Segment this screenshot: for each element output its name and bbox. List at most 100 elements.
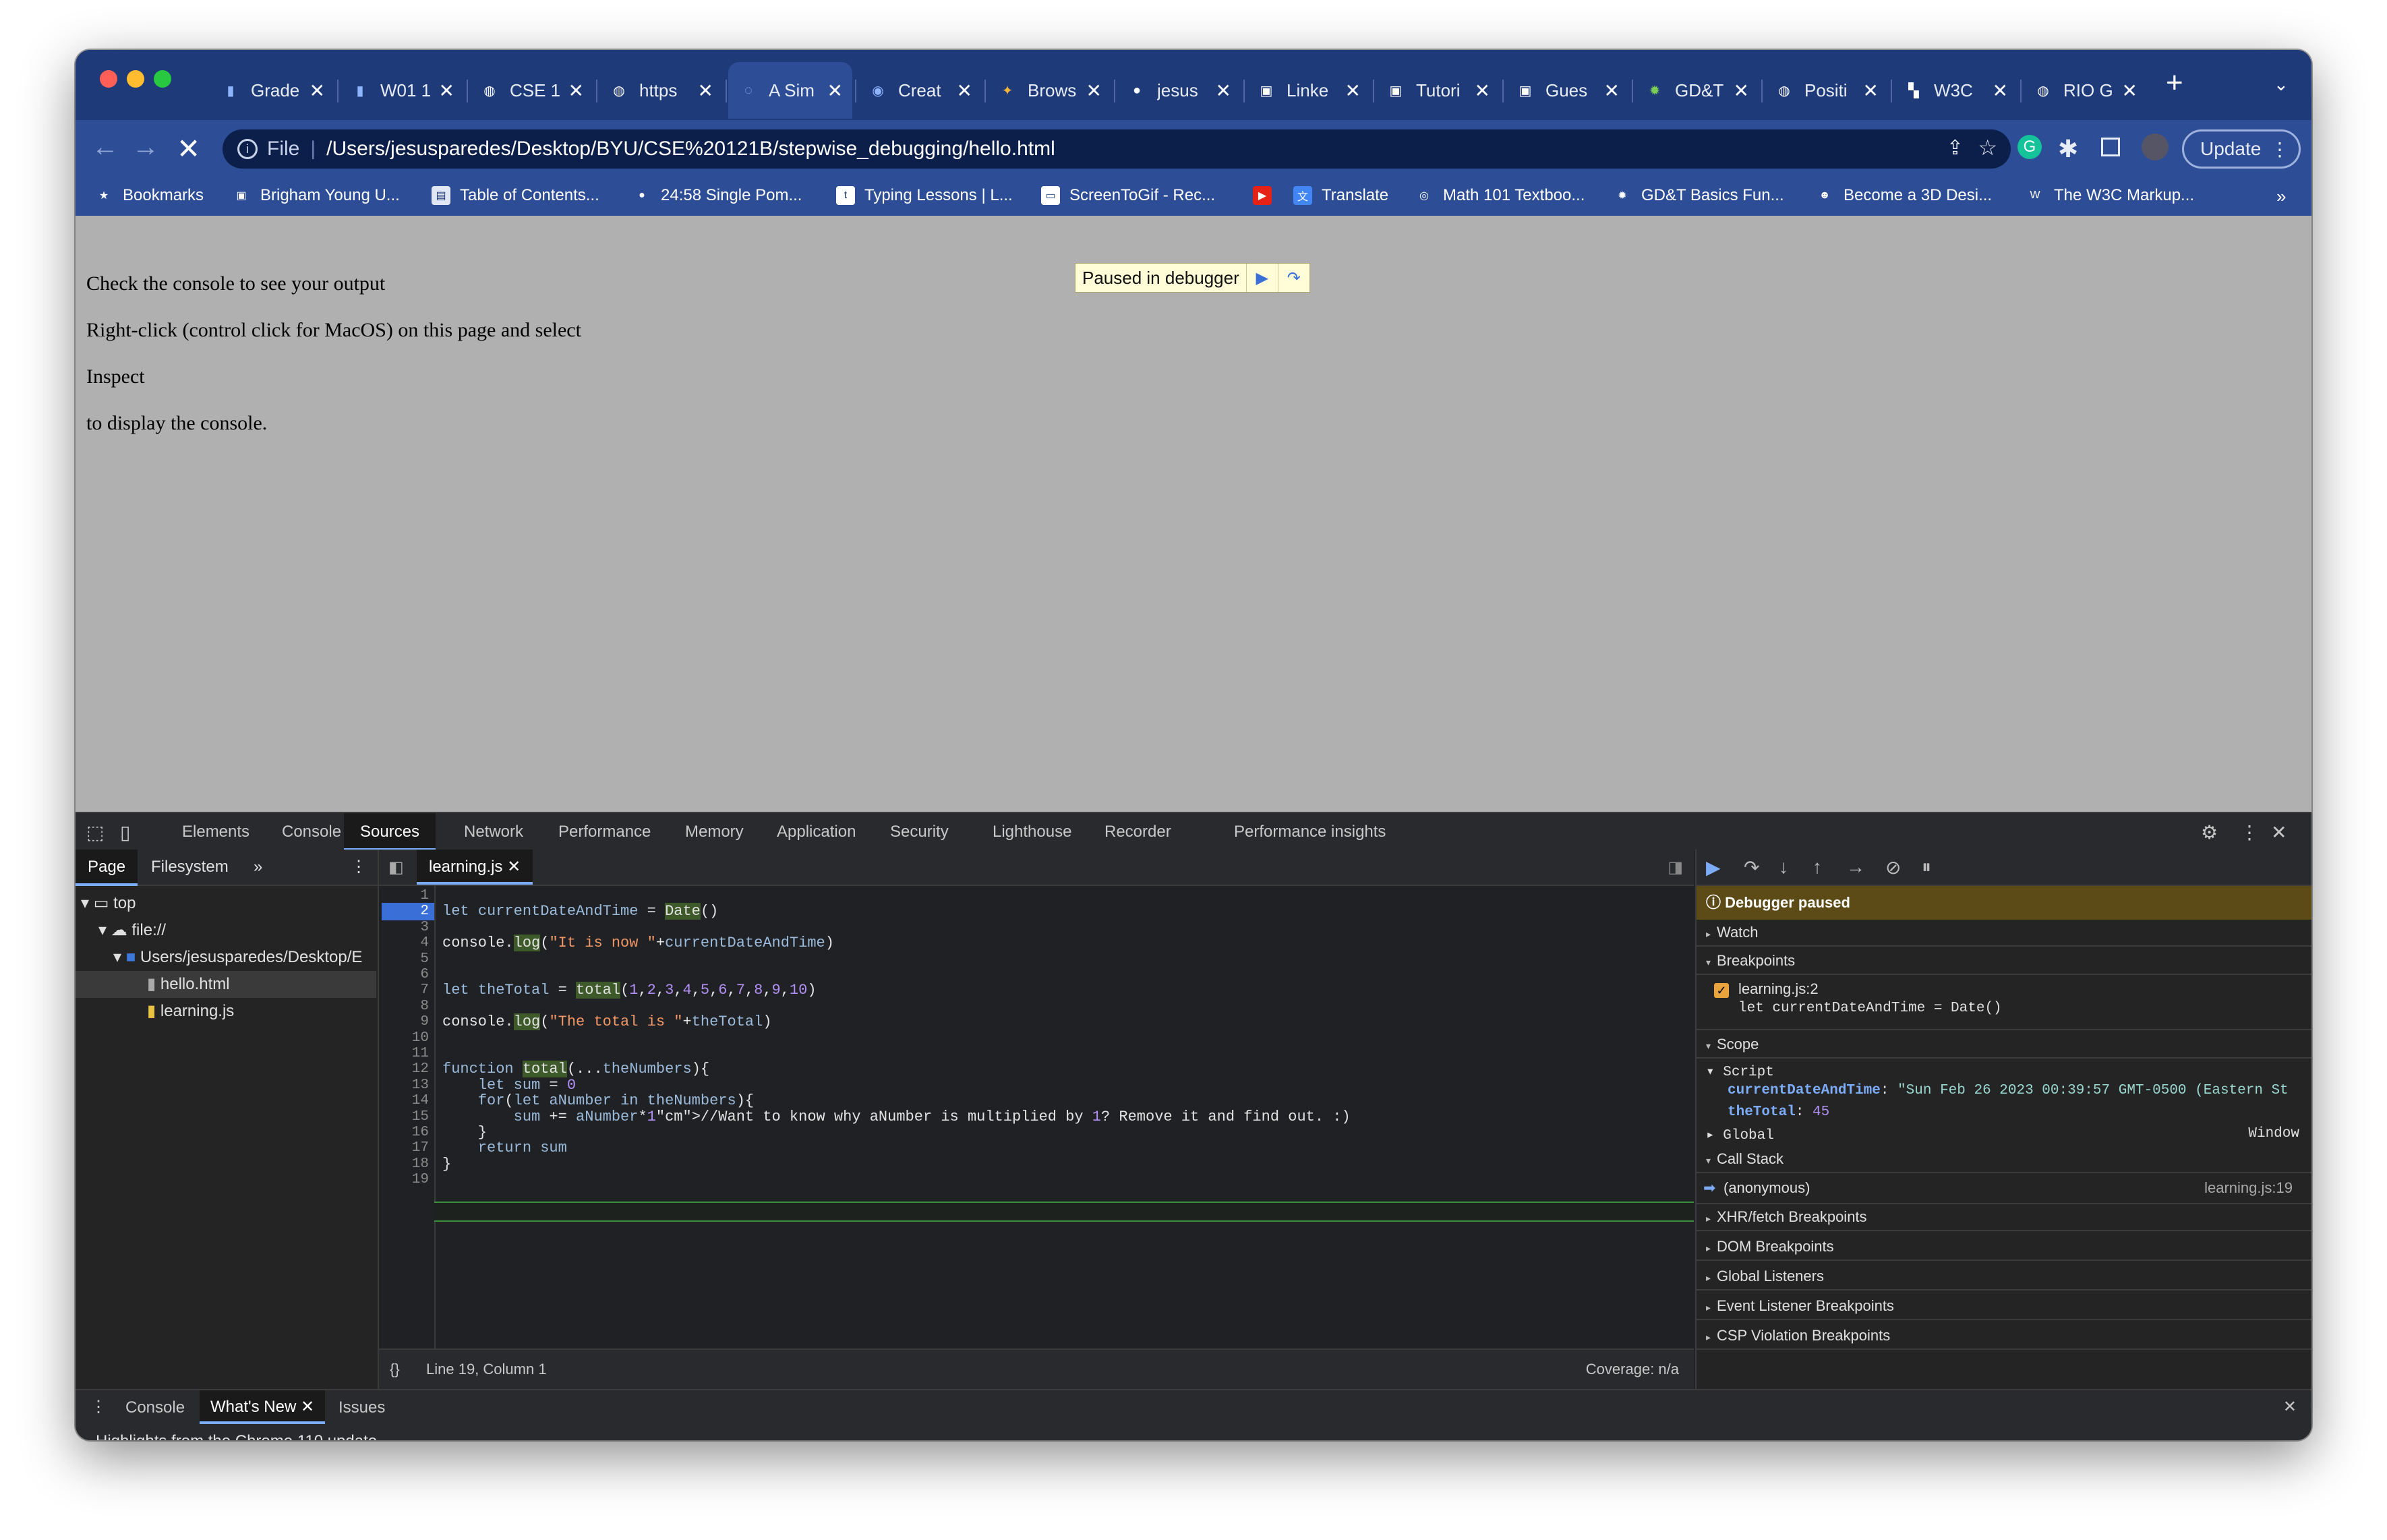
section-csp-violation-breakpoints[interactable]: ▸ CSP Violation Breakpoints <box>1697 1322 2311 1350</box>
bookmark-item[interactable]: ★ Bookmarks <box>94 186 204 205</box>
section-xhr-breakpoints[interactable]: ▸ XHR/fetch Breakpoints <box>1697 1203 2311 1231</box>
line-number[interactable]: 14 <box>388 1092 429 1110</box>
line-number[interactable]: 7 <box>388 982 429 999</box>
drawer-tab-whats-new[interactable]: What's New ✕ <box>200 1390 326 1424</box>
tree-item-learning-js[interactable]: ▮ learning.js <box>147 998 234 1025</box>
step-icon[interactable]: → <box>1846 856 1865 878</box>
resume-icon[interactable]: ▶︎ <box>1245 264 1278 292</box>
line-number[interactable]: 11 <box>388 1045 429 1063</box>
bookmark-star-icon[interactable]: ☆ <box>1978 135 1997 160</box>
close-tab-icon[interactable]: ✕ <box>827 80 843 102</box>
step-over-icon[interactable]: ↷ <box>1277 264 1309 292</box>
tab-item[interactable]: ▮ W01 1 ✕ <box>340 62 464 119</box>
line-number[interactable]: 15 <box>388 1108 429 1126</box>
pause-on-exceptions-icon[interactable]: ⏸ <box>1922 856 1931 879</box>
step-over-icon[interactable]: ↷ <box>1744 856 1759 879</box>
section-global-listeners[interactable]: ▸ Global Listeners <box>1697 1262 2311 1291</box>
devtools-tab-recorder[interactable]: Recorder <box>1104 813 1171 851</box>
tree-item-top[interactable]: ▾ ▭ top <box>81 890 136 917</box>
navigator-menu-icon[interactable]: ⋮ <box>351 850 367 885</box>
devtools-tab-network[interactable]: Network <box>464 813 523 851</box>
close-window-button[interactable] <box>100 70 117 88</box>
tab-filesystem[interactable]: Filesystem <box>151 850 229 885</box>
close-tab-icon[interactable]: ✕ <box>568 80 584 102</box>
line-number[interactable]: 6 <box>388 966 429 984</box>
bookmark-item[interactable]: W The W3C Markup... <box>2026 186 2194 205</box>
line-number[interactable]: 19 <box>388 1171 429 1189</box>
drawer-tab-issues[interactable]: Issues <box>338 1398 385 1417</box>
code-line[interactable]: sum += aNumber*1"cm">//Want to know why … <box>442 1108 1351 1126</box>
pretty-print-icon[interactable]: {} <box>390 1361 400 1378</box>
close-tab-icon[interactable]: ✕ <box>507 858 521 876</box>
bookmark-item[interactable]: ▤ Table of Contents... <box>432 186 599 205</box>
breakpoint-checkbox[interactable]: ✓ <box>1714 983 1729 998</box>
line-number[interactable]: 2 <box>382 903 434 921</box>
forward-button[interactable]: → <box>132 132 159 162</box>
bookmark-item[interactable]: t Typing Lessons | L... <box>836 186 1013 205</box>
tab-item[interactable]: ◍ https ✕ <box>599 62 723 119</box>
devtools-tab-elements[interactable]: Elements <box>182 813 249 851</box>
bookmark-item[interactable]: ▶ <box>1253 186 1281 205</box>
close-tab-icon[interactable]: ✕ <box>1734 80 1749 102</box>
tree-item-folder[interactable]: ▾ ■ Users/jesusparedes/Desktop/E <box>113 944 362 971</box>
code-line[interactable]: let currentDateAndTime = Date() <box>442 903 718 920</box>
line-number[interactable]: 12 <box>388 1061 429 1078</box>
devtools-menu-icon[interactable]: ⋮ <box>2240 821 2259 843</box>
drawer-tab-console[interactable]: Console <box>125 1398 185 1417</box>
tree-item-hello-html[interactable]: ▮ hello.html <box>76 971 376 998</box>
code-line[interactable]: let theTotal = total(1,2,3,4,5,6,7,8,9,1… <box>442 982 817 999</box>
back-button[interactable]: ← <box>92 132 119 162</box>
stop-loading-button[interactable]: ✕ <box>177 132 200 165</box>
bookmark-item[interactable]: ☻ Become a 3D Desi... <box>1815 186 1993 205</box>
tab-item[interactable]: ✦ Brows ✕ <box>987 62 1111 119</box>
devtools-tab-performance[interactable]: Performance <box>558 813 651 851</box>
line-number[interactable]: 8 <box>388 998 429 1015</box>
update-button[interactable]: Update ⋮ <box>2182 129 2301 169</box>
code-line[interactable]: function total(...theNumbers){ <box>442 1061 709 1078</box>
devtools-tab-performance-insights[interactable]: Performance insights <box>1234 813 1386 851</box>
grammarly-extension-icon[interactable]: G <box>2017 135 2042 159</box>
settings-gear-icon[interactable]: ⚙ <box>2201 821 2218 843</box>
tab-item[interactable]: ◍ CSE 1 ✕ <box>469 62 593 119</box>
section-call-stack[interactable]: ▾ Call Stack <box>1697 1145 2311 1173</box>
bookmark-item[interactable]: ✹ GD&T Basics Fun... <box>1613 186 1784 205</box>
code-line[interactable]: return sum <box>442 1139 567 1157</box>
close-tab-icon[interactable]: ✕ <box>310 80 325 102</box>
tab-item[interactable]: ▚ W3C ✕ <box>1893 62 2017 119</box>
tab-item[interactable]: ◉ Creat ✕ <box>858 62 982 119</box>
section-dom-breakpoints[interactable]: ▸ DOM Breakpoints <box>1697 1233 2311 1261</box>
extensions-icon[interactable]: ✱ <box>2058 135 2078 163</box>
toggle-debugger-icon[interactable]: ◨ <box>1668 858 1683 877</box>
devtools-tab-security[interactable]: Security <box>890 813 949 851</box>
more-bookmarks-chevron-icon[interactable]: » <box>2276 186 2286 207</box>
tab-item[interactable]: ● jesus ✕ <box>1117 62 1241 119</box>
scope-variable[interactable]: currentDateAndTime: "Sun Feb 26 2023 00:… <box>1728 1083 2311 1098</box>
section-scope[interactable]: ▾ Scope <box>1697 1030 2311 1059</box>
info-icon[interactable]: i <box>237 139 258 159</box>
close-tab-icon[interactable]: ✕ <box>698 80 713 102</box>
close-tab-icon[interactable]: ✕ <box>1993 80 2008 102</box>
line-number[interactable]: 13 <box>388 1077 429 1094</box>
line-number[interactable]: 16 <box>388 1124 429 1142</box>
devtools-tab-lighthouse[interactable]: Lighthouse <box>993 813 1071 851</box>
step-out-icon[interactable]: ↑ <box>1813 856 1822 878</box>
new-tab-button[interactable]: + <box>2166 66 2183 100</box>
close-tab-icon[interactable]: ✕ <box>301 1398 314 1416</box>
devtools-tab-application[interactable]: Application <box>777 813 856 851</box>
call-frame[interactable]: ➡ (anonymous) learning.js:19 <box>1697 1173 2311 1204</box>
line-number[interactable]: 18 <box>388 1156 429 1173</box>
line-number[interactable]: 17 <box>388 1139 429 1157</box>
line-number[interactable]: 4 <box>388 935 429 952</box>
editor-tab-learning-js[interactable]: learning.js ✕ <box>417 850 533 885</box>
line-gutter[interactable]: 1 2 3 4 5 6 7 8 9 10 11 12 13 14 15 16 17 18 19 <box>379 886 436 1349</box>
more-tabs-chevron-icon[interactable]: » <box>254 850 262 885</box>
line-number[interactable]: 9 <box>388 1013 429 1031</box>
close-tab-icon[interactable]: ✕ <box>1086 80 1102 102</box>
code-line[interactable]: console.log("The total is "+theTotal) <box>442 1013 772 1031</box>
step-into-icon[interactable]: ↓ <box>1779 856 1788 878</box>
section-breakpoints[interactable]: ▾ Breakpoints <box>1697 947 2311 975</box>
line-number[interactable]: 3 <box>388 919 429 937</box>
code-line[interactable]: } <box>442 1156 451 1173</box>
section-event-listener-breakpoints[interactable]: ▸ Event Listener Breakpoints <box>1697 1292 2311 1320</box>
tab-item[interactable]: ◍ Positi ✕ <box>1764 62 1888 119</box>
